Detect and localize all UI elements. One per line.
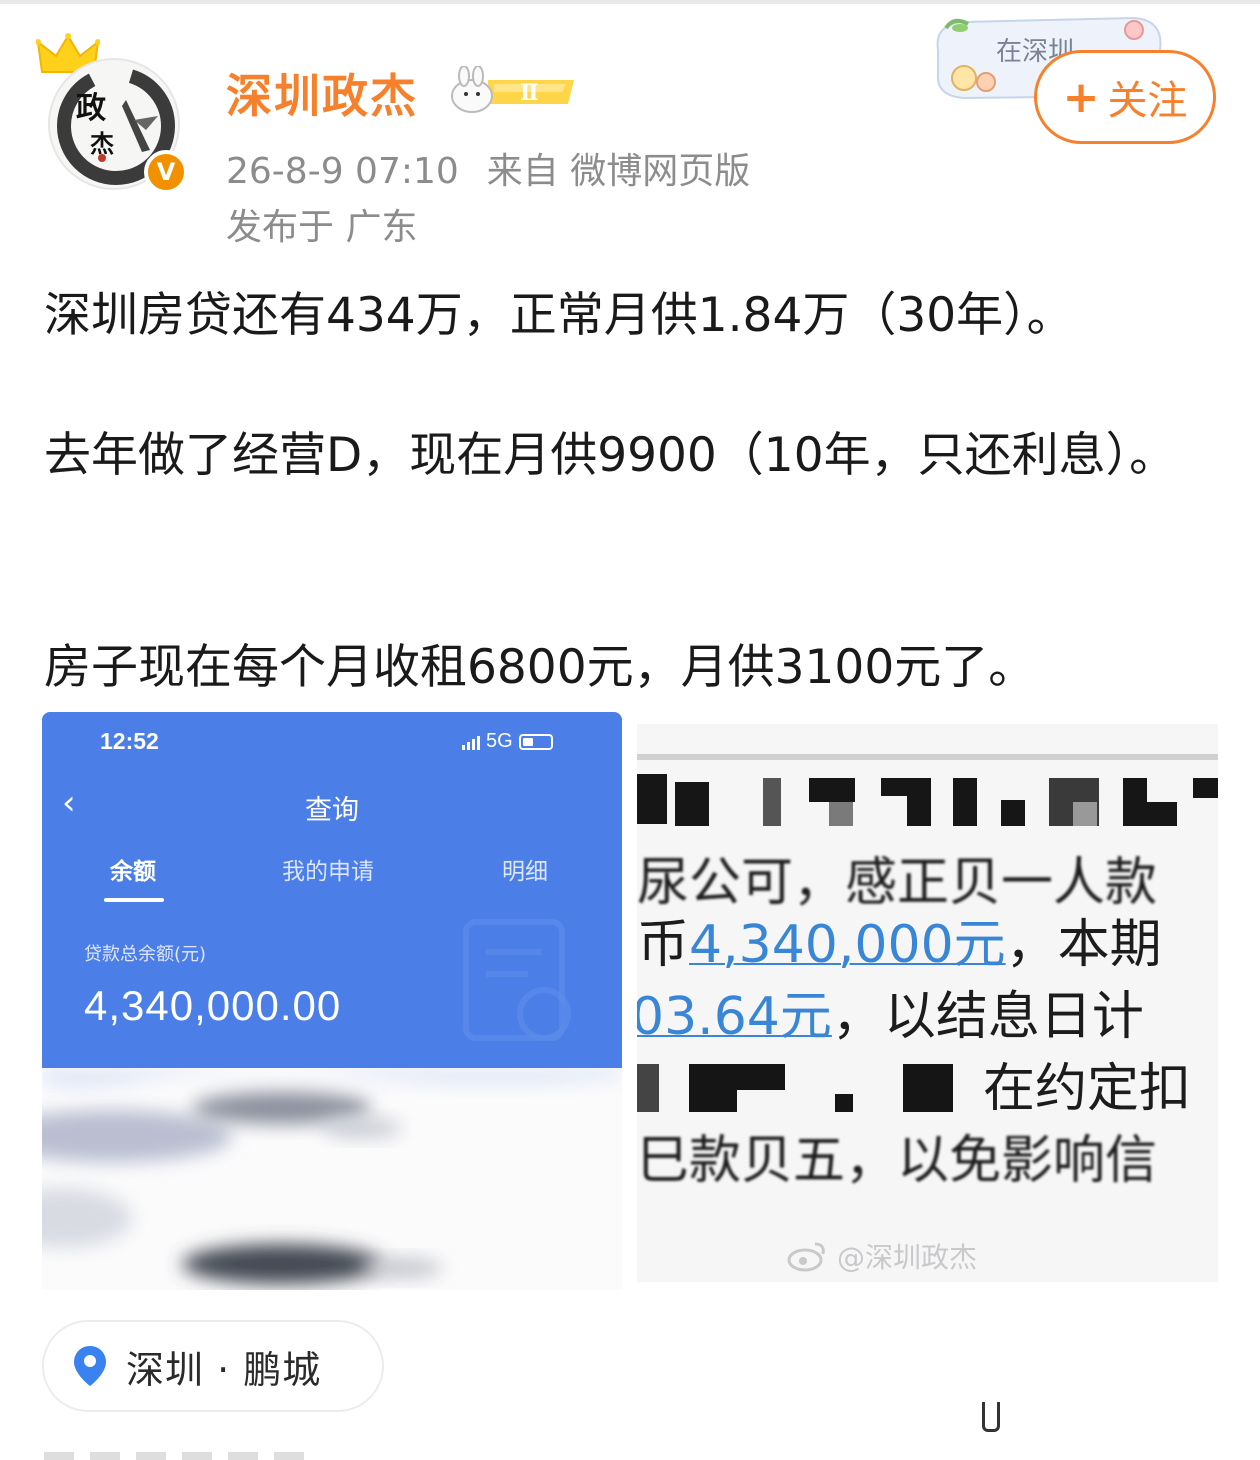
balance-label: 贷款总余额(元) [84,944,207,965]
document-watermark-icon [463,919,571,1041]
tab-details: 明细 [502,859,548,885]
signal-icon [462,734,480,750]
redaction-blocks-2 [637,1064,953,1112]
post-source: 来自 微博网页版 [486,151,751,192]
screen-title: 查询 [305,795,359,826]
post-text-paragraph-1: 深圳房贷还有434万，正常月供1.84万（30年）。 [44,288,1074,343]
watermark-text: @深圳政杰 [837,1241,978,1274]
screen-tabs: 余额 我的申请 明细 [42,852,622,912]
next-content-preview [44,1452,304,1460]
post-datetime[interactable]: 26-8-9 07:10 [226,151,459,192]
svg-text:Ⅱ: Ⅱ [520,80,539,106]
location-pin-icon [74,1346,106,1386]
notice-line-2-prefix: 币 [637,915,690,975]
tab-my-applications: 我的申请 [282,859,374,885]
location-tag[interactable]: 深圳 · 鹏城 [42,1320,384,1412]
verified-badge: V [144,150,188,194]
notice-line-2: 币4,340,000元，本期 [637,902,1162,977]
post-text-paragraph-3: 房子现在每个月收租6800元，月供3100元了。 [44,640,1036,695]
notice-line-4: 在约定扣 [983,1059,1192,1119]
weibo-logo-icon [787,1242,825,1272]
network-label: 5G [486,730,513,752]
redaction-smudge [42,1068,622,1290]
redaction-blocks [637,754,1218,826]
tab-balance: 余额 [110,859,156,885]
follow-button-label: 关注 [1107,78,1188,124]
status-indicators: 5G [462,730,553,753]
battery-icon [518,733,553,750]
active-tab-underline [104,898,164,902]
notice-line-3-suffix: ，以结息日计 [831,987,1144,1047]
top-divider [0,0,1260,4]
period-amount-link: 03.64元 [637,987,832,1047]
post-location-line: 发布于 广东 [226,207,418,248]
notice-line-2-suffix: ，本期 [1005,915,1162,975]
post-image-1[interactable]: 12:52 5G ‹ 查询 余额 我的申请 明细 贷款总余额(元) 4,340,… [42,712,622,1290]
svg-text:政: 政 [76,91,106,126]
post-text-paragraph-2: 去年做了经营D，现在月供9900（10年，只还利息）。 [44,428,1177,483]
notice-line-3: 03.64元，以结息日计 [637,974,1144,1049]
author-name[interactable]: 深圳政杰 [226,60,418,126]
status-time: 12:52 [100,728,159,754]
follow-button[interactable]: + 关注 [1034,50,1216,144]
weibo-watermark: @深圳政杰 [787,1236,977,1276]
notice-line-5: 巳款贝五，以免影响信 [637,1131,1158,1191]
loan-amount-link: 4,340,000元 [689,915,1006,975]
location-tag-label: 深圳 · 鹏城 [126,1347,322,1392]
svg-text:杰: 杰 [90,129,114,158]
author-avatar-wrap[interactable]: 政 杰 V [36,32,192,194]
post-image-2[interactable]: 尿公可，感正贝一人款 币4,340,000元，本期 03.64元，以结息日计 在… [637,724,1218,1282]
post-meta: 26-8-9 07:10 来自 微博网页版 [226,142,778,194]
level-badge-icon: Ⅱ [451,66,574,113]
cursor-icon [982,1402,1000,1432]
balance-value: 4,340,000.00 [84,982,342,1029]
plus-icon: + [1062,71,1100,123]
